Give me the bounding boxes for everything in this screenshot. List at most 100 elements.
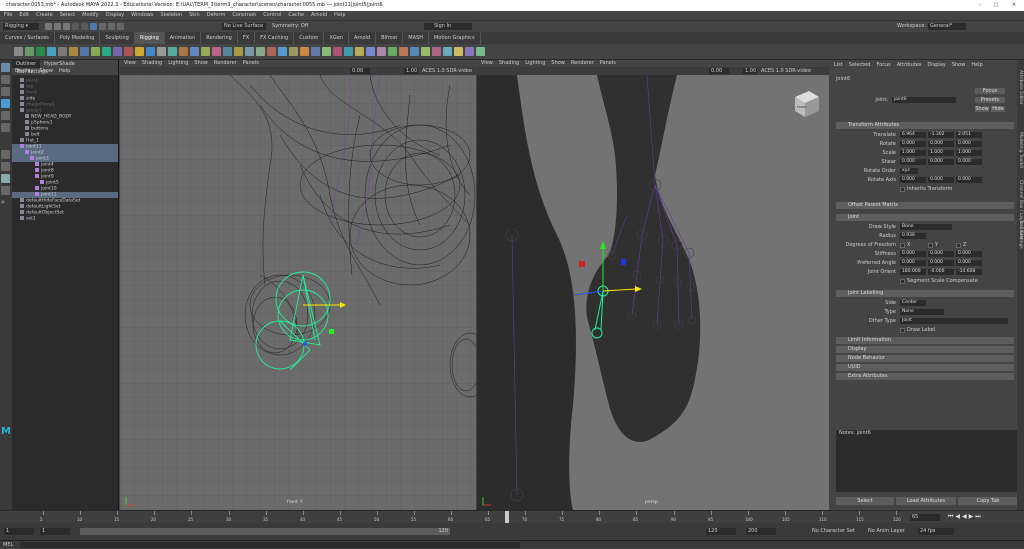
section-limit-information[interactable]: Limit Information bbox=[836, 337, 1014, 344]
radius-field[interactable]: 0.936 bbox=[900, 233, 926, 239]
shelf-tool-icon[interactable] bbox=[113, 47, 122, 56]
segment-scale-compensate-checkbox[interactable] bbox=[900, 279, 905, 284]
menu-modify[interactable]: Modify bbox=[82, 12, 99, 18]
viewport-menu-panels[interactable]: Panels bbox=[243, 60, 259, 66]
shelf-tool-icon[interactable] bbox=[146, 47, 155, 56]
menu-skin[interactable]: Skin bbox=[189, 12, 200, 18]
stiffness-field[interactable]: 0.000 bbox=[900, 251, 926, 257]
persp-colorspace[interactable]: ACES 1.0 SDR-video bbox=[761, 68, 825, 74]
outliner-tab-outliner[interactable]: Outliner bbox=[12, 60, 41, 68]
joint-orient-field[interactable]: -0.000 bbox=[928, 269, 954, 275]
close-icon[interactable]: ✕ bbox=[1006, 0, 1022, 11]
shelf-tab-fx[interactable]: FX bbox=[238, 32, 256, 44]
shelf-tool-icon[interactable] bbox=[102, 47, 111, 56]
shelf-tool-icon[interactable] bbox=[311, 47, 320, 56]
notes-area[interactable]: Notes: joint6 bbox=[836, 430, 1018, 492]
end-frame-field[interactable]: 120 bbox=[706, 528, 736, 535]
shelf-tool-icon[interactable] bbox=[80, 47, 89, 56]
shelf-tool-icon[interactable] bbox=[454, 47, 463, 56]
translate-field[interactable]: -1.302 bbox=[928, 132, 954, 138]
shelf-tool-icon[interactable] bbox=[355, 47, 364, 56]
snap-grid-icon[interactable] bbox=[99, 23, 106, 30]
joint-orient-field[interactable]: -14.608 bbox=[956, 269, 982, 275]
viewport-menu-lighting[interactable]: Lighting bbox=[168, 60, 188, 66]
minimize-icon[interactable]: – bbox=[972, 0, 988, 11]
shelf-tool-icon[interactable] bbox=[410, 47, 419, 56]
menu-file[interactable]: File bbox=[4, 12, 12, 18]
layout-outliner-icon[interactable] bbox=[1, 186, 10, 195]
shelf-tab-rendering[interactable]: Rendering bbox=[201, 32, 238, 44]
layout-two-icon[interactable] bbox=[1, 174, 10, 183]
ae-node-name-field[interactable]: joint6 bbox=[892, 97, 956, 103]
shelf-tab-custom[interactable]: Custom bbox=[294, 32, 325, 44]
workspace-dropdown[interactable]: General* bbox=[928, 23, 966, 30]
front-far-field[interactable]: 1.00 bbox=[404, 68, 418, 74]
section-joint[interactable]: Joint bbox=[836, 214, 1014, 221]
preferred-angle-field[interactable]: 0.000 bbox=[956, 260, 982, 266]
shear-field[interactable]: 0.000 bbox=[928, 159, 954, 165]
shelf-tool-icon[interactable] bbox=[69, 47, 78, 56]
shelf-tab-curves-surfaces[interactable]: Curves / Surfaces bbox=[0, 32, 55, 44]
shelf-tool-icon[interactable] bbox=[25, 47, 34, 56]
anim-end-field[interactable]: 200 bbox=[746, 528, 776, 535]
shelf-tool-icon[interactable] bbox=[36, 47, 45, 56]
viewport-menu-shading[interactable]: Shading bbox=[499, 60, 519, 66]
shelf-tool-icon[interactable] bbox=[135, 47, 144, 56]
ae-menu-selected[interactable]: Selected bbox=[849, 62, 871, 68]
shelf-tool-icon[interactable] bbox=[234, 47, 243, 56]
anim-start-field[interactable]: 1 bbox=[40, 528, 70, 535]
ae-menu-help[interactable]: Help bbox=[971, 62, 982, 68]
symmetry-dropdown[interactable]: Symmetry: Off bbox=[272, 23, 312, 30]
shelf-tab-rigging[interactable]: Rigging bbox=[134, 32, 165, 44]
shelf-tool-icon[interactable] bbox=[179, 47, 188, 56]
time-slider[interactable]: 5 10 15 20 25 30 35 40 45 50 55 60 65 70 75 80 85 90 95 100… bbox=[0, 510, 1024, 524]
outliner-menu-help[interactable]: Help bbox=[59, 68, 70, 74]
maximize-icon[interactable]: ▢ bbox=[988, 0, 1004, 11]
show-button[interactable]: Show bbox=[975, 106, 989, 112]
shelf-tab-sculpting[interactable]: Sculpting bbox=[100, 32, 135, 44]
rotate-field[interactable]: 0.000 bbox=[956, 141, 982, 147]
outliner-menu-display[interactable]: Display bbox=[15, 68, 33, 74]
persp-near-field[interactable]: 0.00 bbox=[709, 68, 729, 74]
viewport-persp[interactable]: View Shading Lighting Show Renderer Panels 0.… bbox=[477, 60, 829, 510]
viewport-menu-lighting[interactable]: Lighting bbox=[525, 60, 545, 66]
shelf-tab-animation[interactable]: Animation bbox=[165, 32, 202, 44]
translate-field[interactable]: 6.964 bbox=[900, 132, 926, 138]
menu-constrain[interactable]: Constrain bbox=[232, 12, 256, 18]
hide-button[interactable]: Hide bbox=[991, 106, 1005, 112]
menu-windows[interactable]: Windows bbox=[131, 12, 153, 18]
shelf-tool-icon[interactable] bbox=[91, 47, 100, 56]
ae-menu-list[interactable]: List bbox=[834, 62, 843, 68]
menu-select[interactable]: Select bbox=[60, 12, 75, 18]
section-display[interactable]: Display bbox=[836, 346, 1014, 353]
menuset-dropdown[interactable]: Rigging ▾ bbox=[3, 23, 39, 30]
shelf-tool-icon[interactable] bbox=[399, 47, 408, 56]
preferred-angle-field[interactable]: 0.000 bbox=[928, 260, 954, 266]
rotate-tool-icon[interactable] bbox=[1, 111, 10, 120]
other-type-field[interactable]: Joint bbox=[900, 318, 1008, 324]
sign-in-button[interactable]: Sign In bbox=[424, 23, 472, 30]
ae-menu-display[interactable]: Display bbox=[927, 62, 945, 68]
shelf-tab-poly-modeling[interactable]: Poly Modeling bbox=[55, 32, 101, 44]
presets-button[interactable]: Presets bbox=[975, 97, 1005, 103]
fps-dropdown[interactable]: 24 fps bbox=[918, 528, 954, 535]
dof-x-checkbox[interactable] bbox=[900, 243, 905, 248]
viewport-menu-renderer[interactable]: Renderer bbox=[214, 60, 237, 66]
redo-icon[interactable] bbox=[81, 23, 88, 30]
menu-cache[interactable]: Cache bbox=[288, 12, 304, 18]
side-tab-tool-settings[interactable]: Tool Settings bbox=[1018, 220, 1023, 249]
menu-help[interactable]: Help bbox=[334, 12, 345, 18]
dof-z-checkbox[interactable] bbox=[956, 243, 961, 248]
focus-button[interactable]: Focus bbox=[975, 88, 1005, 94]
mel-input[interactable] bbox=[20, 542, 520, 548]
outliner-tab-hypershade[interactable]: HyperShade bbox=[40, 60, 79, 68]
shelf-tab-fx-caching[interactable]: FX Caching bbox=[255, 32, 295, 44]
scale-field[interactable]: 1.000 bbox=[956, 150, 982, 156]
shelf-tool-icon[interactable] bbox=[377, 47, 386, 56]
stiffness-field[interactable]: 0.000 bbox=[928, 251, 954, 257]
rotate-axis-field[interactable]: 0.000 bbox=[900, 177, 926, 183]
scale-field[interactable]: 1.000 bbox=[900, 150, 926, 156]
layout-four-icon[interactable] bbox=[1, 162, 10, 171]
persp-far-field[interactable]: 1.00 bbox=[743, 68, 757, 74]
open-scene-icon[interactable] bbox=[54, 23, 61, 30]
